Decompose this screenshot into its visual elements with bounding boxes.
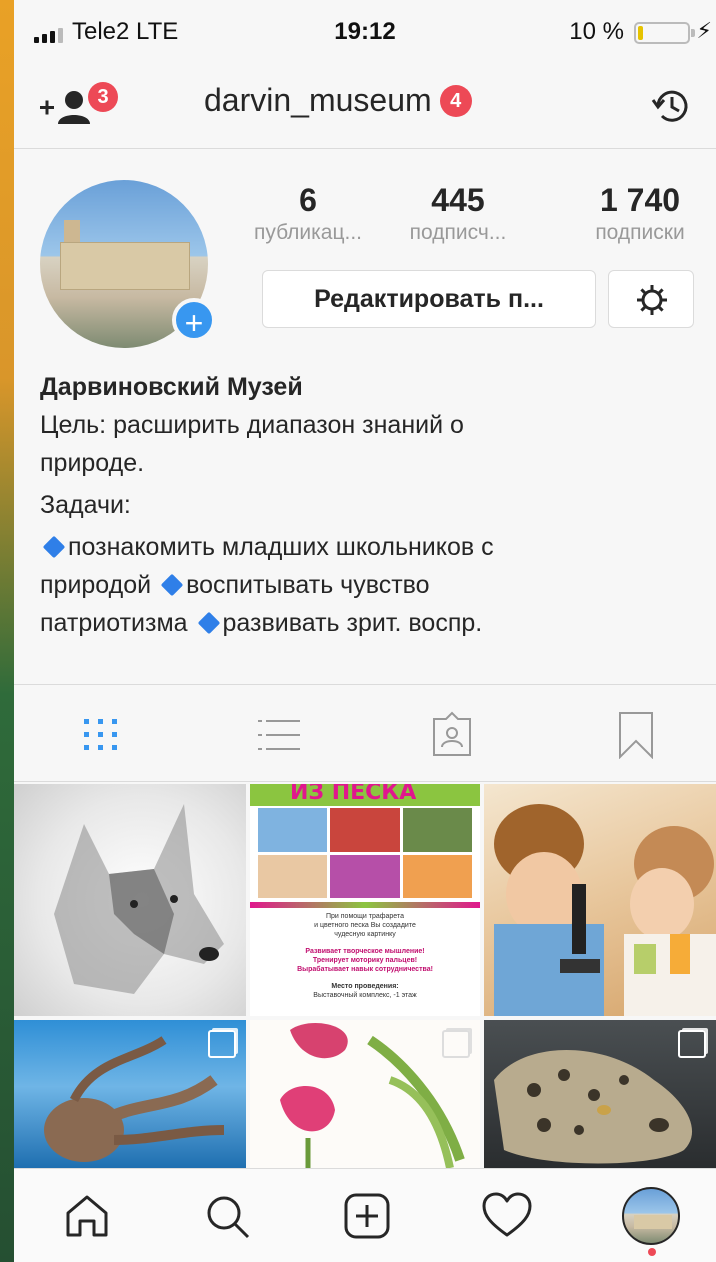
list-icon bbox=[258, 720, 300, 750]
diamond-icon bbox=[42, 536, 66, 559]
following-count-label: подписки bbox=[595, 221, 685, 244]
profile-header: 3 darvin_museum 4 bbox=[14, 62, 716, 149]
nav-activity[interactable] bbox=[480, 1189, 534, 1243]
tagged-icon bbox=[433, 711, 471, 756]
posts-count[interactable]: 6 публикац... bbox=[248, 182, 368, 245]
add-user-button[interactable]: 3 bbox=[40, 82, 120, 132]
followers-count[interactable]: 445 подписч... bbox=[388, 182, 528, 245]
post-children-microscope[interactable] bbox=[484, 784, 716, 1016]
profile-name: Дарвиновский Музей bbox=[40, 373, 303, 401]
battery-percent: 10 % bbox=[569, 18, 624, 45]
nav-search[interactable] bbox=[200, 1189, 254, 1243]
battery-icon bbox=[634, 22, 695, 44]
post-octopus[interactable] bbox=[14, 1020, 246, 1168]
diamond-icon bbox=[160, 574, 184, 597]
poster-text: Место проведения: bbox=[331, 983, 399, 990]
post-tulips[interactable] bbox=[250, 1020, 480, 1168]
poster-text: Вырабатывает навык сотрудничества! bbox=[297, 966, 433, 973]
posts-count-value: 6 bbox=[299, 182, 317, 218]
bio-task: познакомить младших школьников с bbox=[68, 533, 494, 561]
bio-tasks: познакомить младших школьников с bbox=[40, 528, 700, 566]
search-icon bbox=[207, 1196, 250, 1239]
following-count[interactable]: 1 740 подписки bbox=[570, 182, 710, 245]
poster-text: Развивает творческое мышление! bbox=[305, 948, 425, 955]
settings-button[interactable] bbox=[608, 270, 694, 328]
followers-count-value: 445 bbox=[431, 182, 485, 218]
post-wolf[interactable] bbox=[14, 784, 246, 1016]
posts-count-label: публикац... bbox=[253, 221, 363, 244]
battery-fill bbox=[638, 26, 643, 40]
username-title[interactable]: darvin_museum 4 bbox=[204, 82, 472, 119]
poster-text: и цветного песка Вы создадите bbox=[314, 922, 416, 929]
profile-avatar-thumb bbox=[634, 1215, 672, 1229]
children-microscope-image bbox=[494, 804, 716, 1016]
charging-icon: ⚡︎ bbox=[696, 18, 712, 43]
status-bar: Tele2 LTE 19:12 10 % ⚡︎ bbox=[14, 0, 716, 62]
add-story-button[interactable]: + bbox=[172, 298, 216, 342]
poster-text: Тренирует моторику пальцев! bbox=[312, 957, 418, 964]
account-notification-badge: 4 bbox=[439, 84, 472, 117]
username-text: darvin_museum bbox=[204, 82, 432, 118]
history-icon bbox=[651, 90, 688, 122]
home-icon bbox=[66, 1195, 108, 1237]
history-button[interactable] bbox=[650, 84, 694, 133]
add-user-badge: 3 bbox=[88, 82, 118, 112]
bio-task: воспитывать чувство bbox=[186, 571, 430, 599]
bio-tasks: природой воспитывать чувство bbox=[40, 566, 700, 604]
bio-task: развивать зрит. воспр. bbox=[222, 609, 483, 637]
posts-grid: ИЗ ПЕСКА При помощи трафарета и цветного… bbox=[14, 784, 716, 1168]
add-post-icon bbox=[344, 1193, 390, 1239]
tab-saved[interactable] bbox=[612, 711, 660, 760]
poster-heading: ИЗ ПЕСКА bbox=[290, 784, 417, 805]
bio-task: природой bbox=[40, 571, 152, 599]
bio-task: патриотизма bbox=[40, 609, 188, 637]
bio-line: природе. bbox=[40, 449, 145, 477]
nav-home[interactable] bbox=[60, 1189, 114, 1243]
post-sand-art[interactable]: ИЗ ПЕСКА При помощи трафарета и цветного… bbox=[250, 784, 480, 1016]
tab-grid[interactable] bbox=[78, 711, 126, 759]
bookmark-icon bbox=[619, 712, 653, 760]
nav-add-post[interactable] bbox=[340, 1189, 394, 1243]
bio-line: Задачи: bbox=[40, 491, 131, 519]
nav-profile[interactable] bbox=[622, 1187, 680, 1245]
multi-photo-icon bbox=[678, 1030, 706, 1058]
tab-tagged[interactable] bbox=[428, 711, 476, 759]
multi-photo-icon bbox=[208, 1030, 236, 1058]
wolf-drawing-image bbox=[54, 804, 224, 994]
profile-tabs bbox=[14, 684, 716, 782]
notification-dot bbox=[648, 1248, 656, 1256]
poster-text: чудесную картинку bbox=[334, 931, 396, 938]
bio-line: Цель: расширить диапазон знаний о bbox=[40, 411, 464, 439]
followers-count-label: подписч... bbox=[409, 221, 507, 244]
post-snow-leopard[interactable] bbox=[484, 1020, 716, 1168]
poster-text: Выставочный комплекс, -1 этаж bbox=[313, 992, 417, 999]
multi-photo-icon bbox=[442, 1030, 470, 1058]
tab-list[interactable] bbox=[254, 711, 302, 759]
grid-icon bbox=[84, 719, 117, 750]
diamond-icon bbox=[197, 612, 220, 635]
edit-profile-button[interactable]: Редактировать п... bbox=[262, 270, 596, 328]
profile-bio: Дарвиновский Музей Цель: расширить диапа… bbox=[40, 368, 700, 642]
bottom-nav bbox=[14, 1168, 716, 1262]
heart-icon bbox=[482, 1192, 532, 1237]
app-screen: Tele2 LTE 19:12 10 % ⚡︎ 3 darvin_museum … bbox=[14, 0, 716, 1262]
poster-text: При помощи трафарета bbox=[325, 913, 404, 920]
following-count-value: 1 740 bbox=[599, 182, 681, 218]
gear-icon bbox=[637, 285, 667, 315]
bio-tasks: патриотизма развивать зрит. воспр. bbox=[40, 604, 700, 642]
